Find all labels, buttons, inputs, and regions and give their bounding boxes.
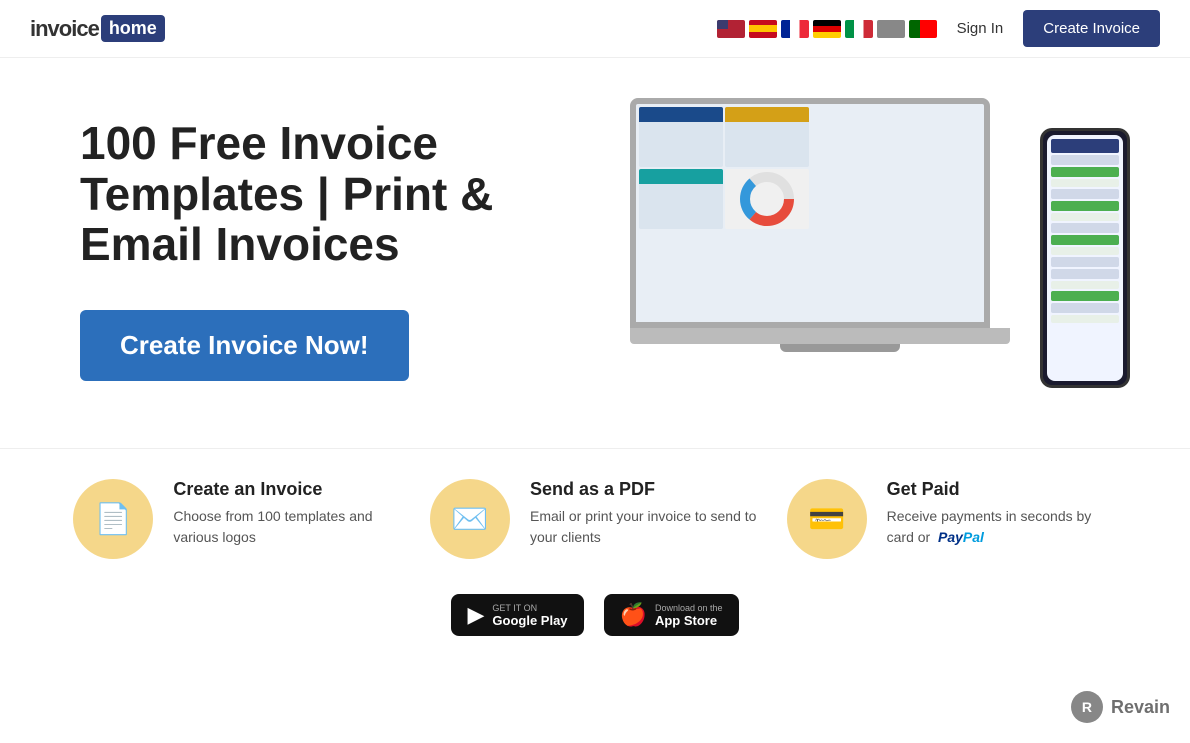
- feature-create-title: Create an Invoice: [173, 479, 403, 500]
- hero-right: [610, 98, 1130, 418]
- feature-paid-title: Get Paid: [887, 479, 1117, 500]
- revain-icon: R: [1071, 691, 1103, 723]
- invoice-template-3: [639, 169, 723, 229]
- apple-store-badge[interactable]: 🍎 Download on the App Store: [604, 594, 739, 636]
- feature-send-title: Send as a PDF: [530, 479, 760, 500]
- language-flags: [717, 20, 937, 38]
- feature-paid-desc: Receive payments in seconds by card or P…: [887, 506, 1117, 548]
- flag-us[interactable]: [717, 20, 745, 38]
- flag-de[interactable]: [813, 20, 841, 38]
- revain-badge: R Revain: [1071, 691, 1170, 723]
- hero-title: 100 Free Invoice Templates | Print & Ema…: [80, 118, 580, 270]
- create-invoice-header-button[interactable]: Create Invoice: [1023, 10, 1160, 47]
- features-section: 📄 Create an Invoice Choose from 100 temp…: [0, 448, 1190, 579]
- feature-create-desc: Choose from 100 templates and various lo…: [173, 506, 403, 548]
- feature-send-text: Send as a PDF Email or print your invoic…: [530, 479, 760, 548]
- hero-section: 100 Free Invoice Templates | Print & Ema…: [0, 58, 1190, 448]
- google-play-badge[interactable]: ▶ GET IT ON Google Play: [451, 594, 583, 636]
- feature-send-pdf: ✉️ Send as a PDF Email or print your inv…: [430, 479, 760, 559]
- feature-create-text: Create an Invoice Choose from 100 templa…: [173, 479, 403, 548]
- wallet-icon: 💳: [808, 502, 845, 537]
- document-icon: 📄: [95, 502, 132, 537]
- phone-screen: [1047, 135, 1123, 381]
- feature-get-paid: 💳 Get Paid Receive payments in seconds b…: [787, 479, 1117, 559]
- hero-cta-button[interactable]: Create Invoice Now!: [80, 310, 409, 381]
- laptop-stand: [780, 344, 900, 352]
- invoice-template-1: [639, 107, 723, 167]
- logo-home-text: home: [101, 15, 165, 42]
- laptop-mockup: [630, 98, 1050, 388]
- sign-in-link[interactable]: Sign In: [957, 20, 1004, 37]
- phone-mockup: [1040, 128, 1130, 388]
- revain-label: Revain: [1111, 697, 1170, 718]
- hero-left: 100 Free Invoice Templates | Print & Ema…: [80, 98, 580, 381]
- apple-icon: 🍎: [620, 602, 647, 628]
- google-play-icon: ▶: [467, 602, 484, 628]
- get-paid-icon-circle: 💳: [787, 479, 867, 559]
- main-header: invoice home Sign In Create Invoice: [0, 0, 1190, 58]
- apple-store-text: Download on the App Store: [655, 603, 723, 628]
- flag-it[interactable]: [845, 20, 873, 38]
- flag-es[interactable]: [749, 20, 777, 38]
- create-invoice-icon-circle: 📄: [73, 479, 153, 559]
- feature-send-desc: Email or print your invoice to send to y…: [530, 506, 760, 548]
- invoice-template-2: [725, 107, 809, 167]
- feature-paid-text: Get Paid Receive payments in seconds by …: [887, 479, 1117, 548]
- envelope-icon: ✉️: [451, 502, 488, 537]
- header-right: Sign In Create Invoice: [717, 10, 1160, 47]
- app-store-section: ▶ GET IT ON Google Play 🍎 Download on th…: [0, 579, 1190, 651]
- flag-pt[interactable]: [909, 20, 937, 38]
- paypal-text: PayPal: [934, 529, 984, 545]
- laptop-screen: [630, 98, 990, 328]
- flag-fr[interactable]: [781, 20, 809, 38]
- google-play-text: GET IT ON Google Play: [492, 603, 567, 628]
- feature-create-invoice: 📄 Create an Invoice Choose from 100 temp…: [73, 479, 403, 559]
- flag-xx[interactable]: [877, 20, 905, 38]
- send-pdf-icon-circle: ✉️: [430, 479, 510, 559]
- laptop-base: [630, 328, 1010, 344]
- logo-invoice-text: invoice: [30, 16, 99, 42]
- invoice-chart: [725, 169, 809, 229]
- logo[interactable]: invoice home: [30, 15, 165, 42]
